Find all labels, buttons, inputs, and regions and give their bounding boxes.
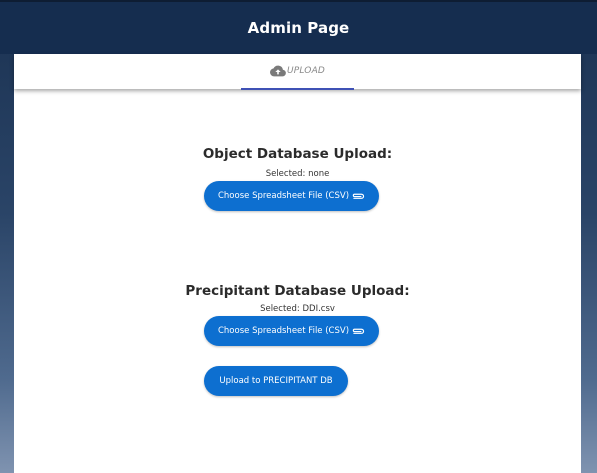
upload-precipitant-label: Upload to PRECIPITANT DB	[219, 376, 333, 386]
page-title: Admin Page	[247, 19, 350, 37]
object-choose-file-label: Choose Spreadsheet File (CSV)	[217, 191, 350, 201]
precipitant-db-title: Precipitant Database Upload:	[185, 283, 410, 299]
paperclip-icon	[352, 193, 365, 199]
tab-upload[interactable]: UPLOAD	[241, 54, 354, 90]
main-card: UPLOAD Object Database Upload: Selected:…	[14, 54, 581, 473]
precipitant-choose-file-label: Choose Spreadsheet File (CSV)	[217, 326, 350, 336]
precipitant-db-selected: Selected: DDI.csv	[260, 304, 335, 314]
tab-upload-label: UPLOAD	[286, 66, 326, 76]
app-header: Admin Page	[0, 0, 597, 54]
cloud-upload-icon	[269, 65, 286, 77]
object-db-title: Object Database Upload:	[202, 146, 393, 162]
tab-bar: UPLOAD	[14, 54, 581, 90]
object-choose-file-button[interactable]: Choose Spreadsheet File (CSV)	[204, 181, 379, 211]
object-db-selected: Selected: none	[265, 169, 330, 179]
upload-precipitant-button[interactable]: Upload to PRECIPITANT DB	[204, 366, 348, 396]
precipitant-choose-file-button[interactable]: Choose Spreadsheet File (CSV)	[204, 316, 379, 346]
paperclip-icon	[352, 328, 365, 334]
